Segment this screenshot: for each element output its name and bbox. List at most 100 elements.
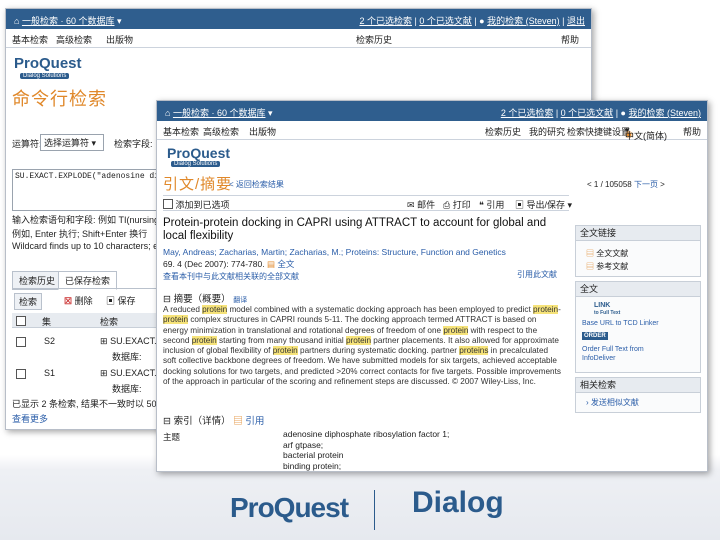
base-url-link[interactable]: Base URL to TCD Linker — [582, 320, 659, 327]
abstract-segment: - — [558, 305, 561, 314]
abstract-segment: A reduced — [163, 305, 203, 314]
topbar-right: 2 个已选检索 | 0 个已选文献 | ● 我的检索 (Steven) — [500, 108, 701, 118]
row-db: 数据库: — [112, 384, 142, 394]
selected-searches-link[interactable]: 2 个已选检索 — [501, 108, 554, 118]
expand-icon: ⊞ — [100, 368, 108, 378]
envelope-icon: ✉ — [407, 200, 415, 210]
proquest-logo-sub: Dialog Solutions — [20, 73, 70, 79]
subject-item[interactable]: binding protein; — [283, 461, 483, 472]
row-checkbox[interactable] — [16, 369, 26, 379]
col-set[interactable]: 集 — [42, 315, 51, 328]
menu-advanced-search[interactable]: 高级检索 — [56, 33, 92, 46]
back-to-results-link[interactable]: < 返回检索结果 — [229, 179, 284, 190]
footer-logos: ProQuest Dialog — [0, 480, 720, 540]
collapse-icon[interactable]: ⊟ — [163, 416, 171, 427]
subject-item[interactable]: bacterial protein — [283, 450, 483, 461]
operator-label: 运算符: — [12, 139, 42, 149]
link-badge-text: LINK — [594, 302, 611, 309]
topbar-search-scope[interactable]: ⌂ 一般检索 · 60 个数据库 ▾ — [14, 14, 122, 27]
menu-publications[interactable]: 出版物 — [106, 33, 133, 46]
abstract-segment: partners during systematic docking. — [297, 346, 432, 356]
email-button[interactable]: ✉ 邮件 — [407, 198, 435, 211]
top-bar: ⌂ 一般检索 · 60 个数据库 ▾ 2 个已选检索 | 0 个已选文献 | ●… — [157, 101, 707, 121]
order-link-2[interactable]: InfoDeliver — [582, 355, 615, 362]
row-set: S1 — [44, 368, 56, 378]
topbar-right: 2 个已选检索 | 0 个已选文献 | ● 我的检索 (Steven) | 退出 — [359, 16, 585, 26]
fulltext-panel: 全文 LINK to Full Text Base URL to TCD Link… — [575, 281, 701, 373]
menu-shortcuts[interactable]: 检索快捷键设置 — [567, 125, 630, 138]
topbar-scope-link[interactable]: 一般检索 · 60 个数据库 — [173, 108, 266, 118]
view-more-link[interactable]: 查看更多 — [12, 412, 48, 425]
menu-search-history[interactable]: 检索历史 — [485, 125, 521, 138]
collapse-icon[interactable]: ⊟ — [163, 294, 171, 305]
search-button[interactable]: 检索 — [14, 293, 43, 310]
selected-searches-link[interactable]: 2 个已选检索 — [359, 16, 412, 26]
front-window: ⌂ 一般检索 · 60 个数据库 ▾ 2 个已选检索 | 0 个已选文献 | ●… — [156, 100, 708, 472]
link-badge[interactable]: LINK to Full Text — [594, 302, 620, 316]
index-cite-link[interactable]: 引用 — [245, 416, 264, 427]
delete-button[interactable]: ☒ 删除 — [64, 294, 93, 307]
order-badge[interactable]: ORDER — [582, 332, 608, 340]
query-textarea[interactable]: SU.EXACT.EXPLODE("adenosine diph — [12, 169, 166, 211]
language-value: 中文(简体) — [625, 131, 667, 141]
select-all-checkbox[interactable] — [16, 316, 26, 326]
highlighted-term: protein — [191, 335, 217, 345]
export-button[interactable]: ▣ 导出/保存 ▾ — [515, 198, 572, 211]
highlighted-term: proteins — [459, 346, 489, 356]
menu-basic-search[interactable]: 基本检索 — [12, 33, 48, 46]
subject-item[interactable]: adenosine diphosphate ribosylation facto… — [283, 429, 483, 440]
my-research-link[interactable]: 我的检索 (Steven) — [628, 108, 701, 118]
panel-title: 全文链接 — [576, 226, 700, 241]
operator-select[interactable]: 选择运算符 ▾ — [40, 134, 104, 151]
cited-by-link[interactable]: 引用此文献 — [517, 269, 557, 280]
abstract-heading: ⊟ 摘要（概要） 翻译 — [163, 291, 247, 305]
fulltext-link[interactable]: 全文 — [277, 259, 294, 269]
save-button[interactable]: ▣ 保存 — [106, 294, 136, 307]
menu-help[interactable]: 帮助 — [561, 33, 579, 46]
topbar-search-scope[interactable]: ⌂ 一般检索 · 60 个数据库 ▾ — [165, 106, 273, 119]
menu-help[interactable]: 帮助 — [683, 125, 701, 138]
fulltext-doc-link[interactable]: ▤ 全文文献 — [586, 248, 628, 259]
footer-proquest-logo: ProQuest — [230, 492, 349, 523]
logout-link[interactable]: 退出 — [567, 16, 585, 26]
my-research-link[interactable]: 我的检索 (Steven) — [487, 16, 560, 26]
tab-divider — [12, 288, 160, 289]
top-bar: ⌂ 一般检索 · 60 个数据库 ▾ 2 个已选检索 | 0 个已选文献 | ●… — [6, 9, 591, 29]
menu-my-research[interactable]: 我的研究 — [529, 125, 565, 138]
highlighted-term: protein — [163, 315, 189, 325]
references-link[interactable]: ▤ 参考文献 — [586, 261, 628, 272]
selected-docs-link[interactable]: 0 个已选文献 — [561, 108, 614, 118]
menu-search-history[interactable]: 检索历史 — [356, 33, 392, 46]
home-icon: ⌂ — [165, 108, 171, 118]
order-link-1[interactable]: Order Full Text from — [582, 346, 644, 353]
translate-link[interactable]: 翻译 — [233, 297, 247, 304]
add-to-selected[interactable]: 添加到已选项 — [163, 198, 230, 211]
similar-docs-link[interactable]: › 发送相似文献 — [586, 397, 639, 408]
operator-select-value: 选择运算符 — [44, 138, 90, 148]
subject-item[interactable]: arf gtpase; — [283, 440, 483, 451]
article-title: Protein-protein docking in CAPRI using A… — [163, 217, 547, 242]
footer-dialog-logo: Dialog — [412, 486, 504, 519]
print-button[interactable]: ⎙ 打印 — [443, 198, 471, 211]
abstract-segment: partner — [431, 346, 460, 356]
menu-advanced-search[interactable]: 高级检索 — [203, 125, 239, 138]
next-result-link[interactable]: 下一页 — [634, 180, 658, 189]
result-nav: < 1 / 105058 下一页 > — [587, 180, 665, 189]
menu-publications[interactable]: 出版物 — [249, 125, 276, 138]
language-select[interactable]: ◉ 中文(简体) ▾ — [625, 125, 667, 141]
topbar-scope-link[interactable]: 一般检索 · 60 个数据库 — [22, 16, 115, 26]
col-query: 检索 — [100, 317, 119, 327]
table-row: S2 ⊞ SU.EXACT.EX 数据库: — [12, 333, 169, 362]
export-label: 导出/保存 — [526, 200, 566, 210]
cite-button[interactable]: ❝ 引用 — [479, 198, 504, 211]
row-checkbox[interactable] — [16, 337, 26, 347]
panel-title: 相关检索 — [576, 378, 700, 393]
menu-basic-search[interactable]: 基本检索 — [163, 125, 199, 138]
article-authors[interactable]: May, Andreas; Zacharias, Martin; Zachari… — [163, 247, 569, 257]
delete-label: 删除 — [74, 296, 93, 306]
index-heading: ⊟ 索引（详情） ▤ 引用 — [163, 413, 264, 427]
related-docs-link[interactable]: 查看本刊中与此文献相关联的全部文献 — [163, 271, 299, 282]
selected-docs-link[interactable]: 0 个已选文献 — [419, 16, 472, 26]
user-icon: ● — [479, 16, 485, 26]
abstract-segment: model combined with a systematic docking… — [227, 305, 534, 314]
